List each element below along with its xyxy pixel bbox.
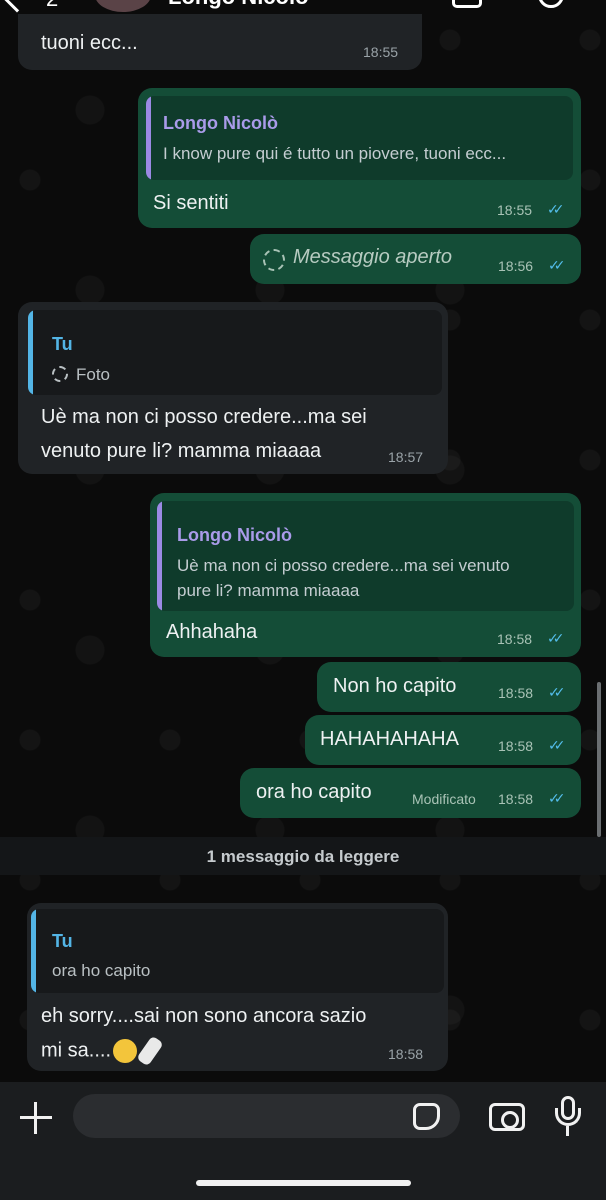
message-time: 18:55 bbox=[363, 44, 399, 60]
read-ticks-icon: ✓✓ bbox=[547, 630, 565, 646]
message-text-line: eh sorry....sai non sono ancora sazio bbox=[41, 1005, 367, 1027]
composer-bar bbox=[0, 1082, 606, 1200]
message-text: tuoni ecc... bbox=[41, 32, 138, 54]
message-text: Si sentiti bbox=[153, 192, 229, 214]
outgoing-message[interactable]: ora ho capito Modificato 18:58 ✓✓ bbox=[240, 768, 581, 818]
message-time: 18:58 bbox=[498, 738, 534, 754]
phone-icon[interactable] bbox=[538, 0, 564, 8]
quote-bar bbox=[28, 310, 33, 395]
message-time: 18:55 bbox=[497, 202, 533, 218]
quote-text-line: pure li? mamma miaaaa bbox=[177, 581, 360, 600]
quote-text: ora ho capito bbox=[52, 961, 151, 980]
quote-author: Tu bbox=[52, 334, 73, 354]
message-text: Non ho capito bbox=[333, 675, 457, 697]
microphone-icon[interactable] bbox=[553, 1096, 583, 1138]
contact-name[interactable]: Longo Nicolò bbox=[168, 0, 309, 10]
outgoing-message[interactable]: Longo Nicolò I know pure qui é tutto un … bbox=[138, 88, 581, 228]
message-text-line: venuto pure li? mamma miaaaa bbox=[41, 440, 322, 462]
message-time: 18:58 bbox=[388, 1046, 424, 1062]
outgoing-message[interactable]: Longo Nicolò Uè ma non ci posso credere.… bbox=[150, 493, 581, 657]
message-text-line-2: mi sa.... bbox=[41, 1035, 164, 1067]
unread-divider: 1 messaggio da leggere bbox=[0, 837, 606, 875]
message-input[interactable] bbox=[73, 1094, 460, 1138]
baby-bottle-emoji-icon bbox=[136, 1035, 164, 1067]
outgoing-message[interactable]: Non ho capito 18:58 ✓✓ bbox=[317, 662, 581, 712]
back-arrow-icon[interactable] bbox=[1, 0, 33, 13]
view-once-icon bbox=[52, 366, 68, 382]
read-ticks-icon: ✓✓ bbox=[548, 790, 566, 806]
edited-label: Modificato bbox=[412, 791, 476, 807]
message-text: ora ho capito bbox=[256, 781, 372, 803]
read-ticks-icon: ✓✓ bbox=[548, 737, 566, 753]
read-ticks-icon: ✓✓ bbox=[547, 201, 565, 217]
quoted-message[interactable]: Tu ora ho capito bbox=[31, 909, 444, 993]
outgoing-message[interactable]: Messaggio aperto 18:56 ✓✓ bbox=[250, 234, 581, 284]
quote-author: Longo Nicolò bbox=[177, 525, 292, 545]
unread-chats-count: 2 bbox=[46, 0, 58, 12]
winking-tongue-emoji-icon bbox=[113, 1039, 138, 1063]
avatar[interactable] bbox=[95, 0, 151, 12]
message-time: 18:58 bbox=[497, 631, 533, 647]
quote-bar bbox=[146, 96, 151, 180]
read-ticks-icon: ✓✓ bbox=[548, 684, 566, 700]
message-text-line: Uè ma non ci posso credere...ma sei bbox=[41, 406, 367, 428]
message-time: 18:58 bbox=[498, 685, 534, 701]
camera-icon[interactable] bbox=[489, 1103, 525, 1131]
incoming-message[interactable]: Tu ora ho capito eh sorry....sai non son… bbox=[27, 903, 448, 1071]
quoted-message[interactable]: Longo Nicolò Uè ma non ci posso credere.… bbox=[157, 501, 574, 611]
video-call-icon[interactable] bbox=[452, 0, 482, 8]
quote-bar bbox=[157, 501, 162, 611]
message-time: 18:58 bbox=[498, 791, 534, 807]
read-ticks-icon: ✓✓ bbox=[548, 257, 566, 273]
message-time: 18:57 bbox=[388, 449, 424, 465]
quote-author: Longo Nicolò bbox=[163, 113, 278, 133]
quoted-message[interactable]: Longo Nicolò I know pure qui é tutto un … bbox=[146, 96, 573, 180]
quote-author: Tu bbox=[52, 931, 73, 951]
message-time: 18:56 bbox=[498, 258, 534, 274]
incoming-message[interactable]: tuoni ecc... 18:55 bbox=[18, 14, 422, 70]
message-text: mi sa.... bbox=[41, 1039, 112, 1062]
quote-bar bbox=[31, 909, 36, 993]
plus-icon[interactable] bbox=[18, 1100, 54, 1136]
quoted-message[interactable]: Tu Foto bbox=[28, 310, 442, 395]
unread-divider-label: 1 messaggio da leggere bbox=[206, 847, 400, 866]
chat-header: 2 Longo Nicolò bbox=[0, 0, 606, 14]
quote-text: I know pure qui é tutto un piovere, tuon… bbox=[163, 144, 507, 163]
view-once-icon bbox=[263, 249, 285, 271]
quote-text: Foto bbox=[76, 365, 111, 384]
quote-text-line: Uè ma non ci posso credere...ma sei venu… bbox=[177, 556, 510, 575]
outgoing-message[interactable]: HAHAHAHAHA 18:58 ✓✓ bbox=[305, 715, 581, 765]
home-indicator bbox=[196, 1180, 411, 1186]
incoming-message[interactable]: Tu Foto Uè ma non ci posso credere...ma … bbox=[18, 302, 448, 474]
message-text: HAHAHAHAHA bbox=[320, 728, 459, 750]
scrollbar[interactable] bbox=[597, 682, 601, 837]
message-text: Ahhahaha bbox=[166, 621, 258, 643]
message-text: Messaggio aperto bbox=[293, 246, 452, 268]
